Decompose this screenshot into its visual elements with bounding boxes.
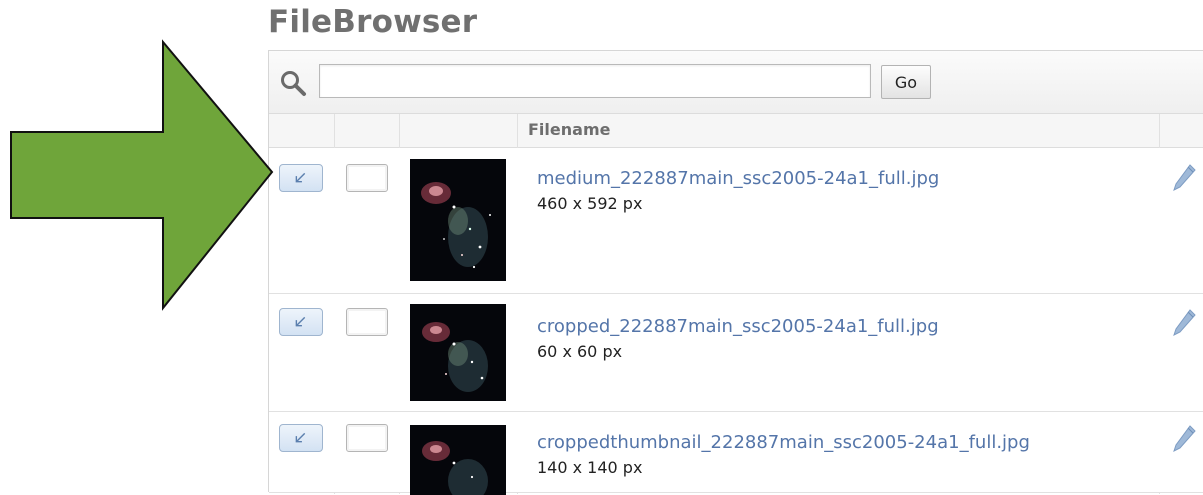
image-dimensions: 60 x 60 px xyxy=(537,342,623,361)
go-button[interactable]: Go xyxy=(881,65,931,99)
table-header: Filename xyxy=(269,114,1203,148)
image-dimensions: 460 x 592 px xyxy=(537,194,643,213)
pencil-icon[interactable] xyxy=(1171,424,1197,454)
file-thumbnail[interactable] xyxy=(410,304,506,401)
filename-column-header[interactable]: Filename xyxy=(528,120,610,139)
checkbox-icon[interactable] xyxy=(346,164,388,192)
pencil-icon[interactable] xyxy=(1171,163,1197,193)
insert-arrow-icon[interactable] xyxy=(279,424,323,452)
checkbox-icon[interactable] xyxy=(346,424,388,452)
search-input[interactable] xyxy=(319,64,871,98)
table-row: croppedthumbnail_222887main_ssc2005-24a1… xyxy=(269,412,1203,495)
file-thumbnail[interactable] xyxy=(410,159,506,281)
annotation-arrow xyxy=(10,39,274,311)
filename-link[interactable]: croppedthumbnail_222887main_ssc2005-24a1… xyxy=(537,432,1030,453)
table-row: cropped_222887main_ssc2005-24a1_full.jpg… xyxy=(269,294,1203,412)
search-bar: Go xyxy=(269,51,1203,114)
table-row: medium_222887main_ssc2005-24a1_full.jpg … xyxy=(269,148,1203,294)
filename-link[interactable]: cropped_222887main_ssc2005-24a1_full.jpg xyxy=(537,316,939,337)
filename-link[interactable]: medium_222887main_ssc2005-24a1_full.jpg xyxy=(537,168,939,189)
file-thumbnail[interactable] xyxy=(410,425,506,495)
checkbox-icon[interactable] xyxy=(346,308,388,336)
file-browser-panel: Go Filename medium_222887main_ssc2005-24… xyxy=(268,50,1203,495)
pencil-icon[interactable] xyxy=(1171,308,1197,338)
